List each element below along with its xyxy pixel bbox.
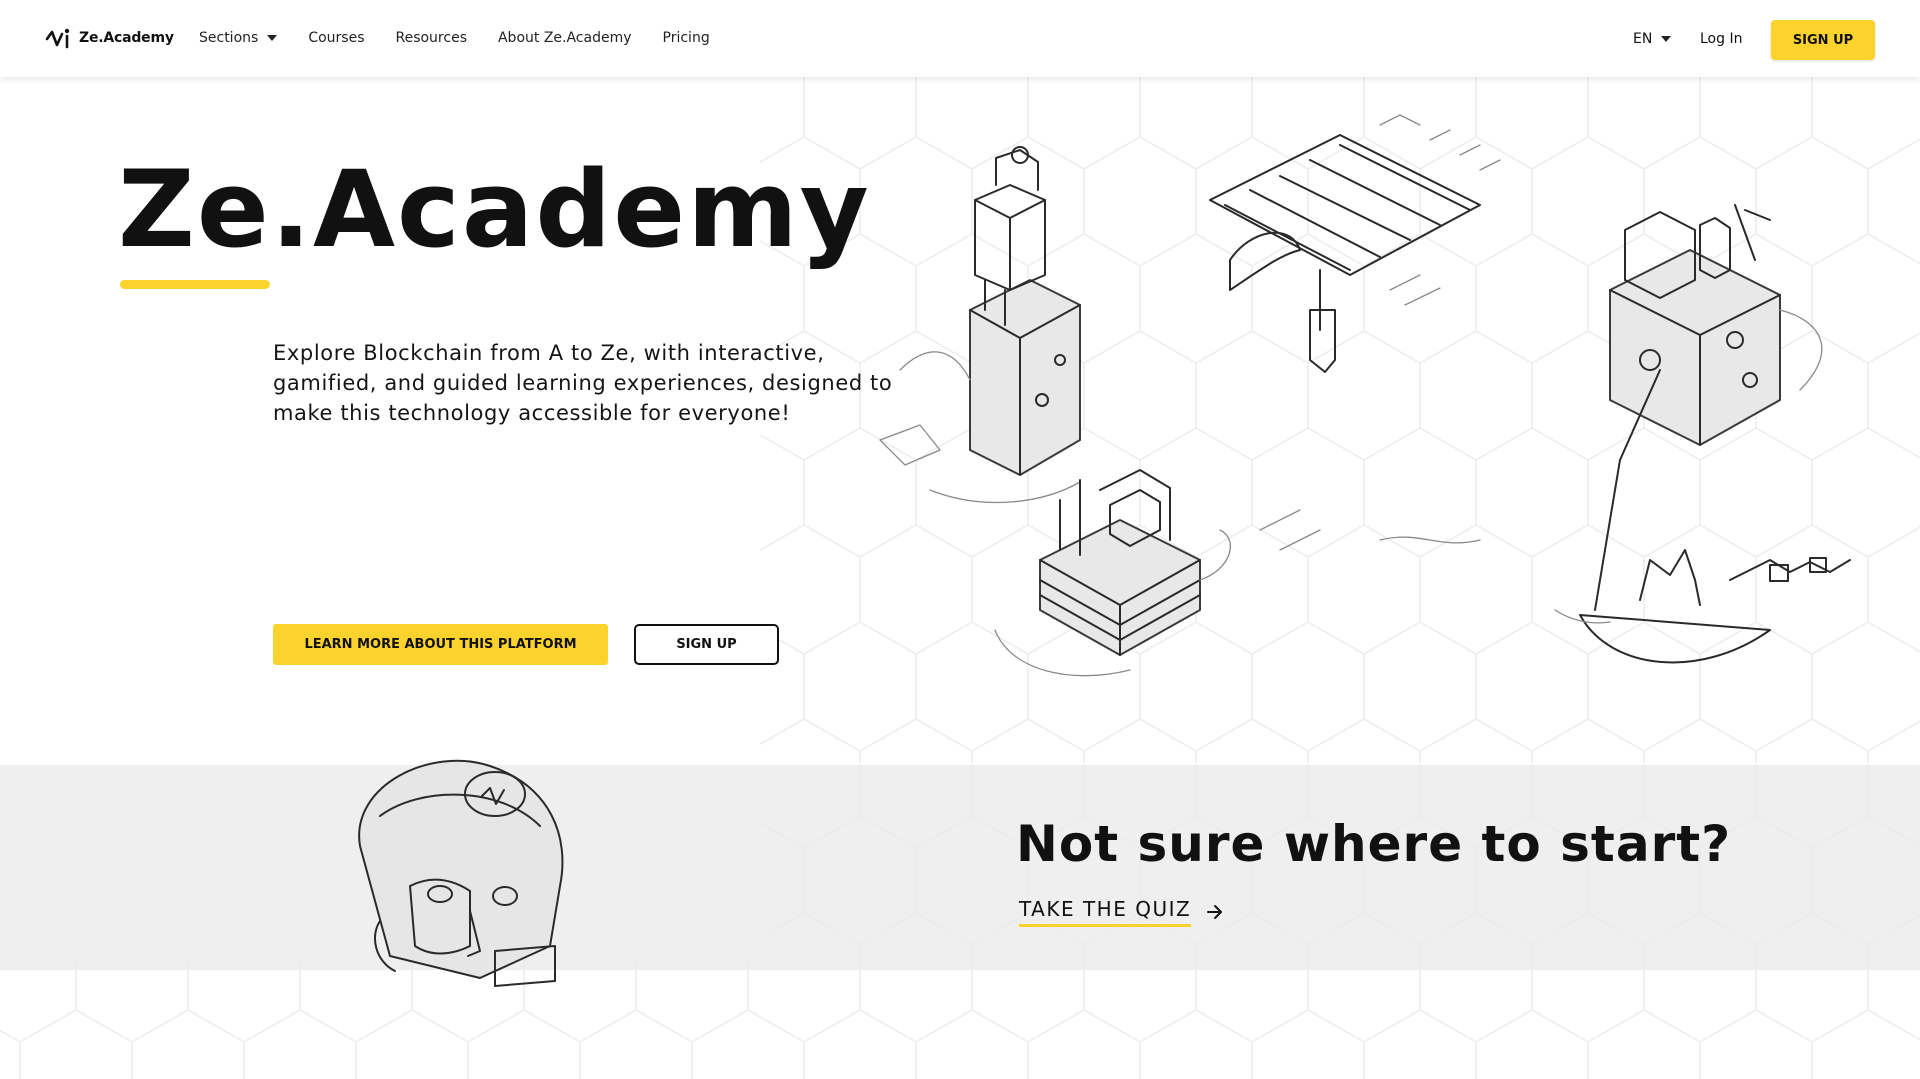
language-selector[interactable]: EN (1633, 31, 1672, 47)
ze-wave-logo-icon (45, 28, 70, 49)
left-tower-sketch (879, 146, 1081, 504)
center-stack-sketch (994, 469, 1231, 677)
quiz-heading: Not sure where to start? (1016, 815, 1732, 873)
language-label: EN (1633, 31, 1653, 47)
learn-more-button[interactable]: LEARN MORE ABOUT THIS PLATFORM (273, 624, 608, 665)
platform-eagle-sketch (1209, 114, 1501, 373)
logo-link[interactable]: Ze.Academy (45, 26, 174, 50)
take-quiz-link[interactable]: TAKE THE QUIZ (1019, 897, 1225, 927)
nav-resources[interactable]: Resources (395, 30, 467, 46)
nav-about[interactable]: About Ze.Academy (498, 30, 632, 46)
main-nav: Sections Courses Resources About Ze.Acad… (199, 30, 741, 46)
loose-sketch-lines (1259, 509, 1481, 551)
hero-signup-button[interactable]: SIGN UP (634, 624, 779, 665)
login-link[interactable]: Log In (1700, 31, 1742, 47)
nav-pricing[interactable]: Pricing (663, 30, 710, 46)
nav-sections-label: Sections (199, 30, 259, 46)
blockchain-sketch-illustration (879, 114, 1851, 677)
logo-text: Ze.Academy (79, 30, 174, 46)
hero-description: Explore Blockchain from A to Ze, with in… (273, 341, 893, 425)
arrow-right-icon (1207, 905, 1223, 919)
robot-head-mascot-sketch (358, 759, 564, 987)
chevron-down-icon (1661, 36, 1672, 42)
chevron-down-icon (267, 35, 278, 41)
title-underline-accent (120, 280, 270, 289)
top-navigation-bar: Ze.Academy Sections Courses Resources Ab… (0, 0, 1920, 77)
take-quiz-label: TAKE THE QUIZ (1019, 897, 1192, 927)
hero-title: Ze.Academy (118, 148, 871, 271)
nav-courses[interactable]: Courses (308, 30, 364, 46)
header-signup-button[interactable]: SIGN UP (1771, 20, 1875, 60)
nav-sections[interactable]: Sections (199, 30, 278, 46)
